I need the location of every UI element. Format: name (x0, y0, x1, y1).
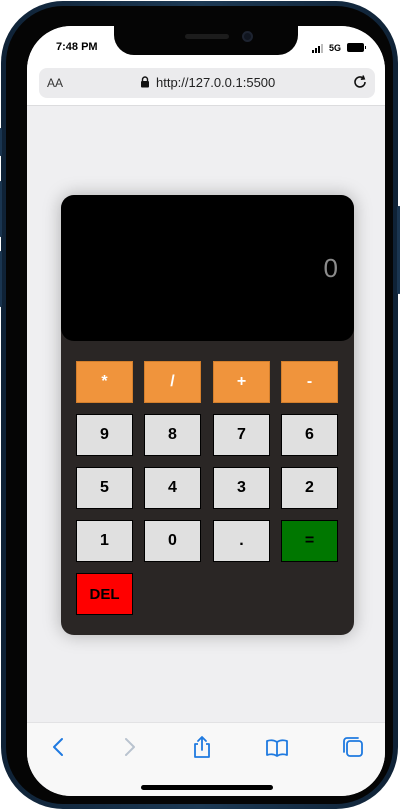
digit-1-button[interactable]: 1 (76, 520, 133, 562)
network-label: 5G (329, 43, 342, 53)
home-indicator (141, 785, 273, 790)
delete-button[interactable]: DEL (76, 573, 133, 615)
display-value: 0 (323, 253, 338, 283)
speaker (185, 34, 229, 39)
forward-icon[interactable] (117, 735, 141, 759)
front-camera (242, 31, 253, 42)
calculator-display: 0 (61, 195, 354, 341)
signal-icon (312, 44, 326, 53)
notch (114, 26, 298, 55)
lock-icon (141, 76, 149, 88)
screen: 7:48 PM 5G AA http://127.0.0.1:5500 0 * … (27, 26, 385, 796)
calculator: 0 * / + - 9 8 7 6 5 4 3 2 1 0 . = DEL (61, 195, 354, 635)
battery-icon (347, 43, 366, 52)
divide-button[interactable]: / (144, 361, 201, 403)
digit-4-button[interactable]: 4 (144, 467, 201, 509)
digit-9-button[interactable]: 9 (76, 414, 133, 456)
subtract-button[interactable]: - (281, 361, 338, 403)
side-button (0, 251, 2, 307)
phone-bezel: 7:48 PM 5G AA http://127.0.0.1:5500 0 * … (6, 6, 393, 804)
digit-7-button[interactable]: 7 (213, 414, 270, 456)
browser-address-area: AA http://127.0.0.1:5500 (27, 68, 385, 106)
side-button (0, 128, 2, 156)
digit-3-button[interactable]: 3 (213, 467, 270, 509)
digit-6-button[interactable]: 6 (281, 414, 338, 456)
side-button (0, 181, 2, 237)
multiply-button[interactable]: * (76, 361, 133, 403)
decimal-button[interactable]: . (213, 520, 270, 562)
status-bar: 7:48 PM 5G (27, 26, 385, 68)
digit-0-button[interactable]: 0 (144, 520, 201, 562)
add-button[interactable]: + (213, 361, 270, 403)
digit-2-button[interactable]: 2 (281, 467, 338, 509)
digit-5-button[interactable]: 5 (76, 467, 133, 509)
equals-button[interactable]: = (281, 520, 338, 562)
phone-frame: 7:48 PM 5G AA http://127.0.0.1:5500 0 * … (0, 1, 400, 809)
reload-icon[interactable] (351, 73, 369, 91)
share-icon[interactable] (190, 735, 214, 759)
bookmarks-icon[interactable] (265, 735, 289, 759)
text-size-button[interactable]: AA (47, 76, 63, 90)
digit-8-button[interactable]: 8 (144, 414, 201, 456)
address-bar[interactable]: AA http://127.0.0.1:5500 (39, 68, 375, 98)
tabs-icon[interactable] (341, 735, 365, 759)
back-icon[interactable] (47, 735, 71, 759)
browser-toolbar (27, 722, 385, 796)
status-time: 7:48 PM (56, 41, 98, 53)
url-text[interactable]: http://127.0.0.1:5500 (156, 75, 275, 90)
